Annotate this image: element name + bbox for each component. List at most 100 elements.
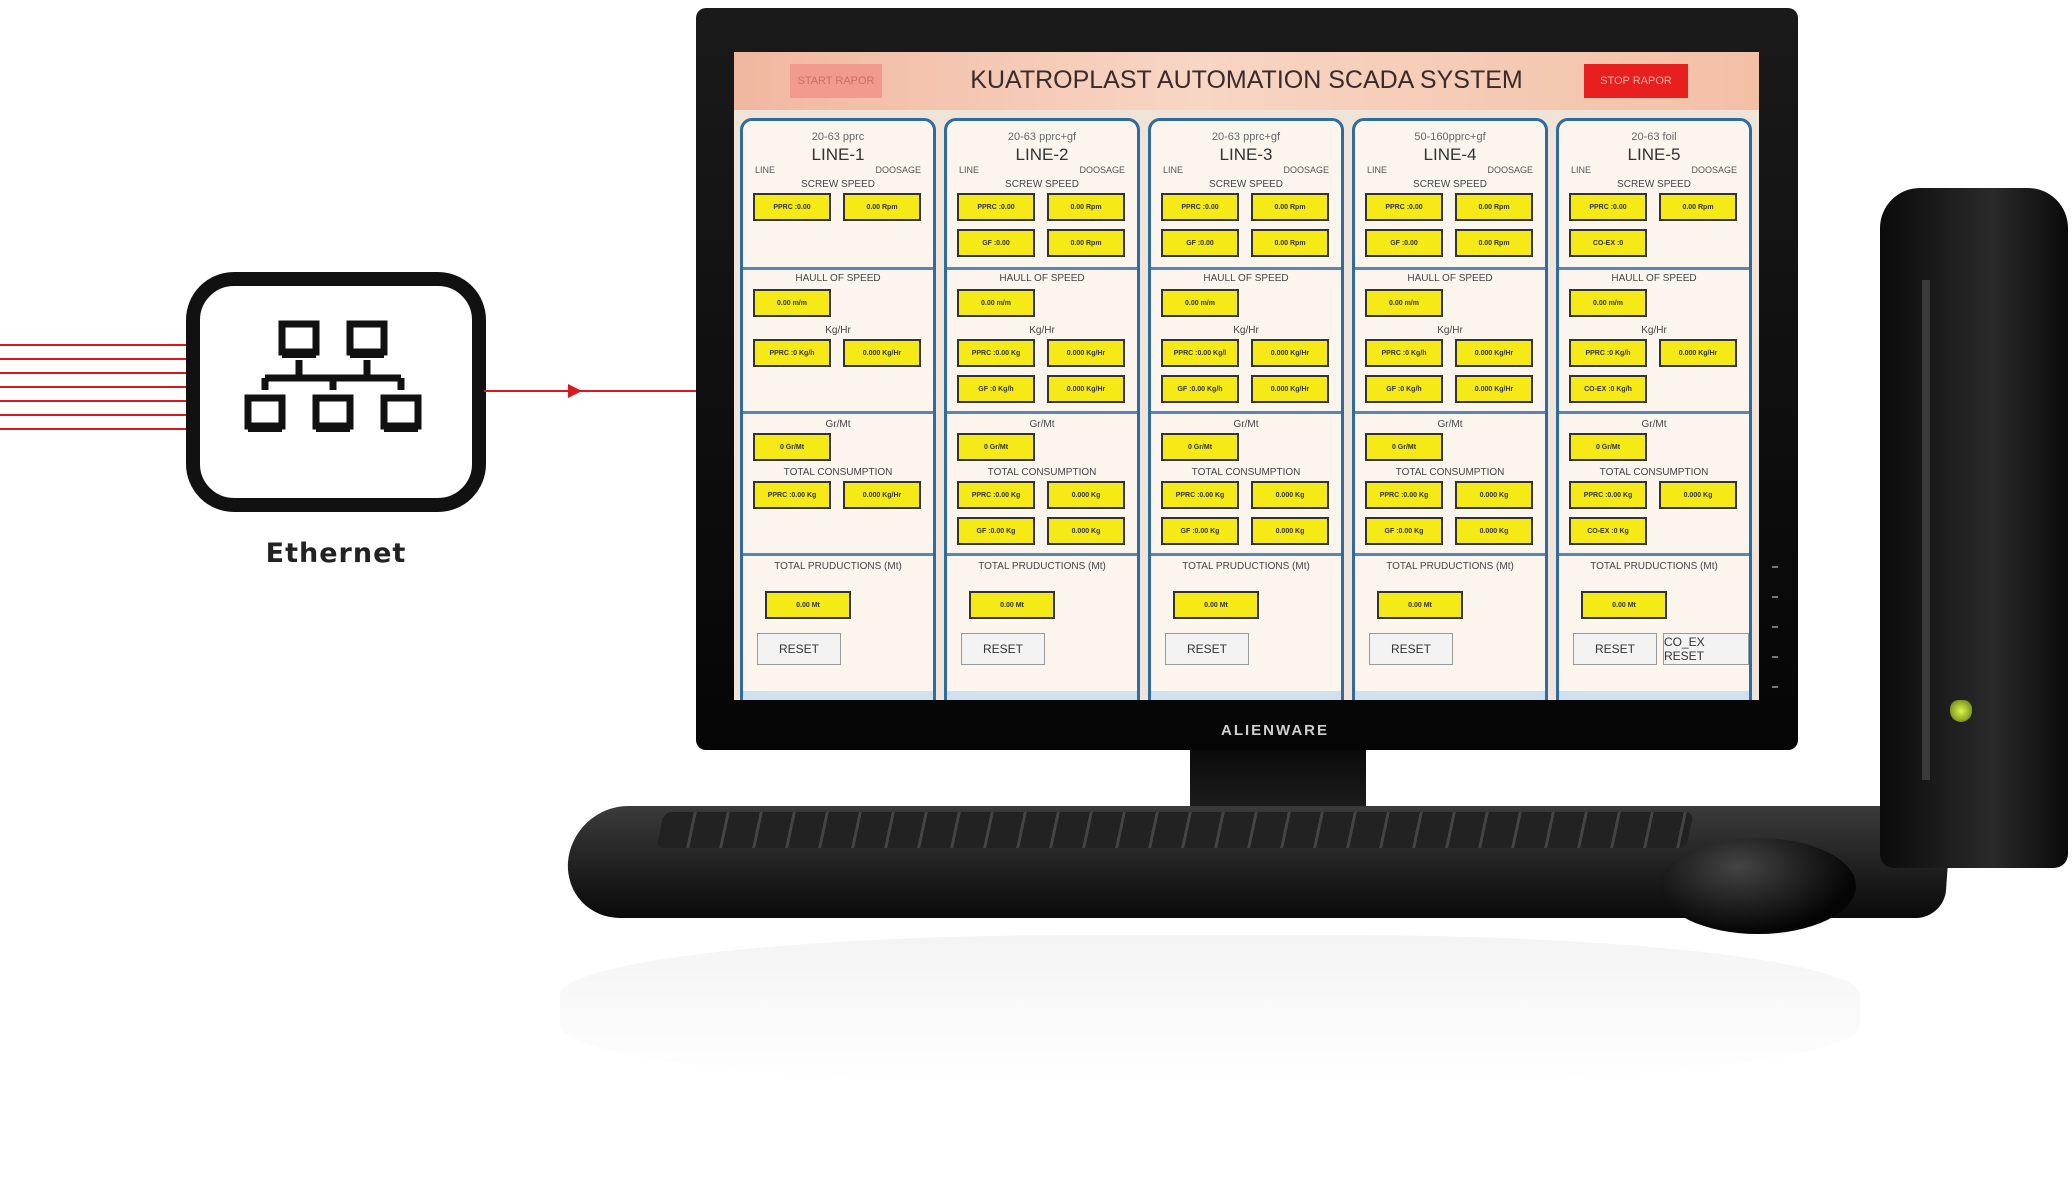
value-box: 0.00 m/m	[1569, 289, 1647, 317]
scada-header: START RAPOR KUATROPLAST AUTOMATION SCADA…	[734, 52, 1759, 110]
line-name: LINE-2	[1015, 145, 1069, 164]
value-box: GF :0.00	[957, 229, 1035, 257]
total-productions-label: TOTAL PRUDUCTIONS (Mt)	[978, 561, 1106, 572]
total-productions-label: TOTAL PRUDUCTIONS (Mt)	[1182, 561, 1310, 572]
section-divider	[743, 267, 933, 270]
reset-button[interactable]: RESET	[1165, 633, 1249, 665]
value-box: 0.00 Rpm	[1047, 229, 1125, 257]
line-name: LINE-1	[811, 145, 865, 164]
value-box: CO-EX :0	[1569, 229, 1647, 257]
value-box: 0.00 Mt	[1377, 591, 1463, 619]
value-box: GF :0.00 Kg/h	[1161, 375, 1239, 403]
stop-report-button[interactable]: STOP RAPOR	[1584, 64, 1688, 98]
value-box: 0.000 Kg	[1047, 517, 1125, 545]
value-box: PPRC :0.00	[957, 193, 1035, 221]
alien-logo-icon	[1950, 700, 1972, 722]
line-panel: 20-63 pprc+gf LINE-2 LINE DOOSAGE SCREW SPEE…	[944, 118, 1140, 700]
value-box: 0.00 Rpm	[1251, 229, 1329, 257]
monitor-button[interactable]	[1772, 626, 1778, 628]
value-box: GF :0 Kg/h	[1365, 375, 1443, 403]
value-box: PPRC :0.00 Kg	[753, 481, 831, 509]
reset-button[interactable]: RESET	[1369, 633, 1453, 665]
value-box: 0.00 Mt	[1173, 591, 1259, 619]
value-box: 0.000 Kg	[1251, 481, 1329, 509]
value-box: 0.00 m/m	[753, 289, 831, 317]
value-box: PPRC :0.00 Kg	[1569, 481, 1647, 509]
total-consumption-label: TOTAL CONSUMPTION	[987, 467, 1097, 478]
scada-title: KUATROPLAST AUTOMATION SCADA SYSTEM	[970, 66, 1523, 94]
monitor-button[interactable]	[1772, 656, 1778, 658]
reset-button[interactable]: RESET	[757, 633, 841, 665]
haul-speed-label: HAULL OF SPEED	[1407, 273, 1493, 284]
value-box: GF :0.00 Kg	[1161, 517, 1239, 545]
section-divider	[1355, 267, 1545, 270]
section-divider	[947, 411, 1137, 414]
value-box: 0.000 Kg	[1251, 517, 1329, 545]
value-box: 0.000 Kg	[1455, 481, 1533, 509]
value-box: PPRC :0.00	[1365, 193, 1443, 221]
line-product: 20-63 pprc+gf	[1007, 131, 1077, 143]
value-box: 0.00 Mt	[765, 591, 851, 619]
monitor-button[interactable]	[1772, 566, 1778, 568]
total-consumption-label: TOTAL CONSUMPTION	[1191, 467, 1301, 478]
line-name: LINE-5	[1627, 145, 1681, 164]
value-box: 0.000 Kg/Hr	[843, 481, 921, 509]
kg-hr-label: Kg/Hr	[1437, 325, 1463, 336]
monitor-button[interactable]	[1772, 596, 1778, 598]
reset-button[interactable]: RESET	[961, 633, 1045, 665]
value-box: 0.00 Rpm	[1455, 229, 1533, 257]
kg-hr-label: Kg/Hr	[825, 325, 851, 336]
line-product: 20-63 pprc	[811, 131, 865, 143]
dosage-column-label: DOOSAGE	[1691, 165, 1737, 175]
gr-mt-label: Gr/Mt	[1437, 419, 1463, 430]
screw-speed-label: SCREW SPEED	[1209, 179, 1283, 190]
value-box: PPRC :0 Kg/h	[1569, 339, 1647, 367]
line-column-label: LINE	[1367, 165, 1388, 175]
section-divider	[947, 553, 1137, 556]
line-column-label: LINE	[1571, 165, 1592, 175]
line-panels: 20-63 pprc LINE-1 LINE DOOSAGE SCREW SPEED PP…	[734, 110, 1759, 700]
desktop-tower	[1880, 188, 2068, 868]
haul-speed-label: HAULL OF SPEED	[795, 273, 881, 284]
section-divider	[1559, 553, 1749, 556]
value-box: 0.000 Kg/Hr	[843, 339, 921, 367]
value-box: GF :0.00	[1161, 229, 1239, 257]
haul-speed-label: HAULL OF SPEED	[1611, 273, 1697, 284]
floor-reflection	[560, 935, 1860, 1085]
kg-hr-label: Kg/Hr	[1029, 325, 1055, 336]
value-box: 0.000 Kg	[1047, 481, 1125, 509]
section-divider	[947, 267, 1137, 270]
value-box: GF :0 Kg/h	[957, 375, 1035, 403]
section-divider	[1151, 411, 1341, 414]
value-box: PPRC :0.00 Kg	[1161, 481, 1239, 509]
value-box: 0.00 m/m	[1365, 289, 1443, 317]
total-consumption-label: TOTAL CONSUMPTION	[1599, 467, 1709, 478]
total-productions-label: TOTAL PRUDUCTIONS (Mt)	[774, 561, 902, 572]
coex-reset-button[interactable]: CO_EX RESET	[1663, 633, 1749, 665]
panel-footer	[1355, 691, 1545, 700]
panel-footer	[947, 691, 1137, 700]
gr-mt-label: Gr/Mt	[1641, 419, 1667, 430]
value-box: 0.000 Kg/Hr	[1047, 375, 1125, 403]
value-box: 0.00 Mt	[969, 591, 1055, 619]
value-box: 0.00 Rpm	[1047, 193, 1125, 221]
value-box: CO-EX :0 Kg	[1569, 517, 1647, 545]
value-box: 0.00 Rpm	[1251, 193, 1329, 221]
line-name: LINE-4	[1423, 145, 1477, 164]
gr-mt-label: Gr/Mt	[825, 419, 851, 430]
value-box: PPRC :0 Kg/h	[753, 339, 831, 367]
tower-drive-slot	[1922, 280, 1930, 780]
line-product: 20-63 foil	[1631, 131, 1677, 143]
screw-speed-label: SCREW SPEED	[801, 179, 875, 190]
reset-button[interactable]: RESET	[1573, 633, 1657, 665]
dosage-column-label: DOOSAGE	[1283, 165, 1329, 175]
start-report-button[interactable]: START RAPOR	[790, 64, 882, 98]
scada-screen: START RAPOR KUATROPLAST AUTOMATION SCADA…	[734, 52, 1759, 700]
value-box: 0.000 Kg/Hr	[1455, 375, 1533, 403]
section-divider	[1151, 553, 1341, 556]
monitor-button[interactable]	[1772, 686, 1778, 688]
screw-speed-label: SCREW SPEED	[1413, 179, 1487, 190]
value-box: 0 Gr/Mt	[1161, 433, 1239, 461]
value-box: PPRC :0.00 Kg	[1365, 481, 1443, 509]
line-column-label: LINE	[1163, 165, 1184, 175]
